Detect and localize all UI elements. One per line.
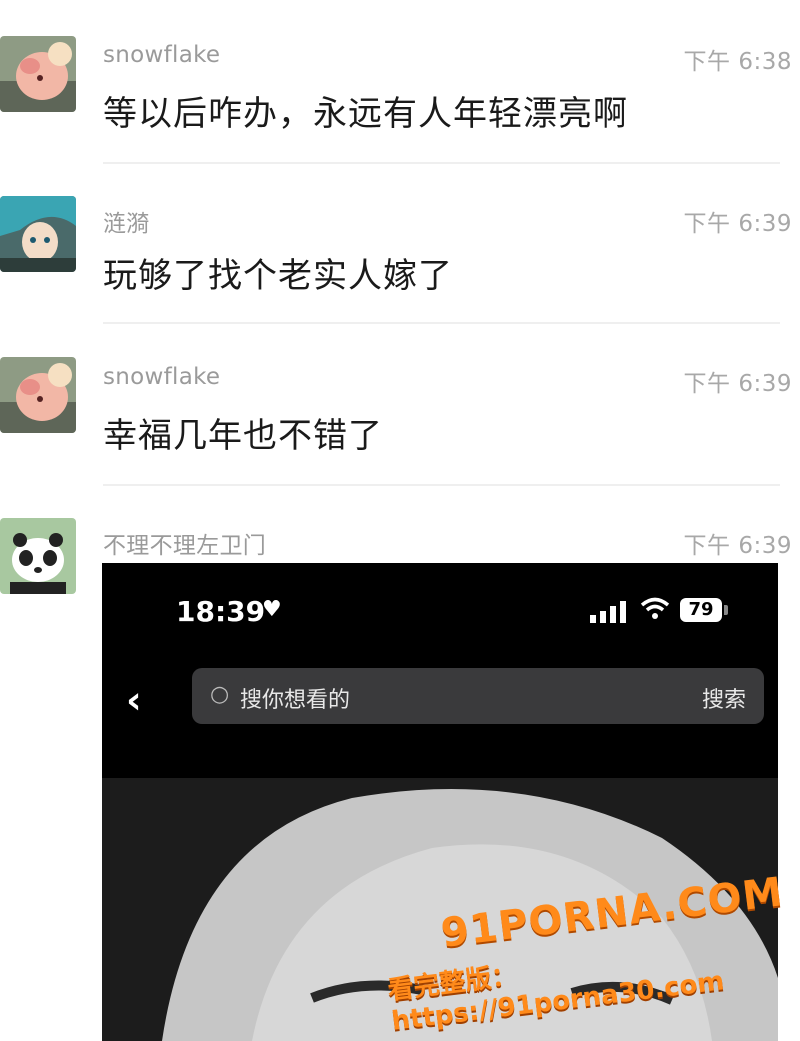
message-time: 下午 6:39 bbox=[683, 211, 792, 237]
signal-icon bbox=[590, 601, 626, 623]
message-text[interactable]: 幸福几年也不错了 bbox=[103, 408, 383, 457]
search-icon: ○ bbox=[210, 682, 230, 707]
back-icon[interactable]: ‹ bbox=[126, 678, 142, 722]
search-bar: ‹ ○ 搜你想看的 搜索 bbox=[102, 658, 778, 778]
status-clock: 18:39 bbox=[176, 595, 266, 628]
message-time: 下午 6:39 bbox=[683, 533, 792, 559]
divider bbox=[103, 484, 780, 486]
status-bar: 18:39 ♥ 79 bbox=[102, 563, 778, 658]
sender-name: 不理不理左卫门 bbox=[103, 533, 267, 559]
sender-name: snowflake bbox=[103, 364, 221, 390]
sender-name: 涟漪 bbox=[103, 211, 150, 237]
wifi-icon bbox=[640, 597, 670, 619]
battery-icon bbox=[724, 605, 728, 615]
search-placeholder: 搜你想看的 bbox=[240, 688, 351, 713]
avatar[interactable] bbox=[0, 518, 76, 594]
divider bbox=[103, 162, 780, 164]
message-text[interactable]: 等以后咋办，永远有人年轻漂亮啊 bbox=[103, 86, 628, 135]
heart-icon: ♥ bbox=[262, 597, 282, 622]
avatar[interactable] bbox=[0, 36, 76, 112]
message-text[interactable]: 玩够了找个老实人嫁了 bbox=[103, 248, 453, 297]
divider bbox=[103, 322, 780, 324]
message-time: 下午 6:39 bbox=[683, 371, 792, 397]
sender-name: snowflake bbox=[103, 42, 221, 68]
search-button[interactable]: 搜索 bbox=[702, 682, 746, 714]
message-time: 下午 6:38 bbox=[683, 49, 792, 75]
battery-level: 79 bbox=[680, 598, 722, 622]
search-input[interactable]: ○ 搜你想看的 搜索 bbox=[192, 668, 764, 724]
avatar[interactable] bbox=[0, 357, 76, 433]
avatar[interactable] bbox=[0, 196, 76, 272]
